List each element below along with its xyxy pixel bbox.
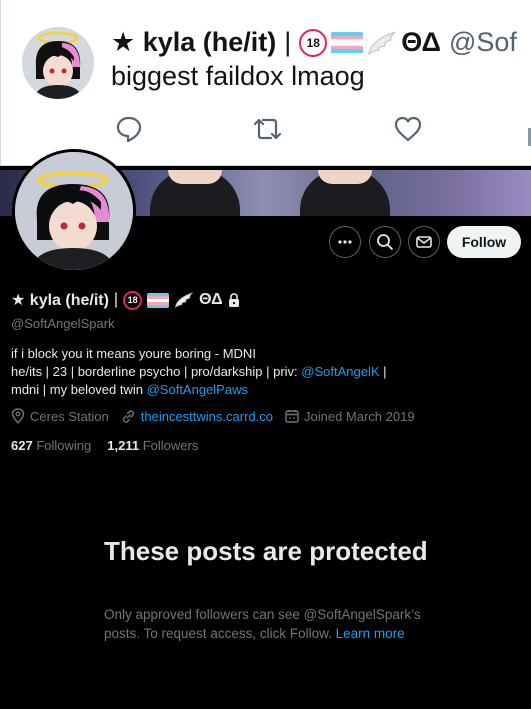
link-icon — [122, 409, 134, 423]
avatar-illustration — [15, 152, 133, 270]
bio-text: | — [379, 364, 387, 379]
tweet-name-emojis: 18 ΘΔ — [299, 27, 441, 58]
profile-handle: @SoftAngelSpark — [11, 316, 115, 331]
profile-name-separator: | — [113, 291, 119, 308]
tweet-actions — [111, 114, 531, 144]
profile-bio: if i block you it means youre boring - M… — [11, 345, 516, 399]
calendar-icon — [285, 410, 299, 423]
tweet-header: ★ kyla (he/it) | 18 ΘΔ @Sof — [111, 27, 517, 58]
search-icon — [377, 234, 393, 250]
twin-account-link[interactable]: @SoftAngelPaws — [147, 382, 248, 397]
tweet-handle[interactable]: @Sof — [449, 27, 517, 58]
following-label: Following — [36, 438, 92, 453]
bio-line-2: he/its | 23 | borderline psycho | pro/da… — [11, 363, 516, 381]
retweet-icon[interactable] — [252, 114, 282, 144]
more-icon — [338, 240, 352, 244]
tweet-name-separator: | — [284, 27, 292, 57]
priv-account-link[interactable]: @SoftAngelK — [301, 364, 379, 379]
profile-name-suffix: ΘΔ — [199, 291, 223, 308]
wing-icon — [174, 292, 193, 309]
followers-label: Followers — [142, 438, 199, 453]
profile-display-name: ★ kyla (he/it) — [11, 292, 109, 309]
trans-flag-icon — [147, 292, 170, 308]
adult-18-icon: 18 — [299, 28, 328, 57]
avatar-illustration — [22, 27, 94, 99]
tweet-avatar[interactable] — [22, 27, 94, 99]
follow-counts: 627 Following 1,211 Followers — [11, 438, 198, 453]
followers-link[interactable]: 1,211 Followers — [107, 438, 198, 453]
protected-body: Only approved followers can see @SoftAng… — [104, 605, 444, 643]
bio-line-3: mdni | my beloved twin @SoftAngelPaws — [11, 381, 516, 399]
adult-18-icon: 18 — [123, 290, 143, 310]
following-count: 627 — [11, 438, 33, 453]
joined-text: Joined March 2019 — [304, 408, 415, 424]
profile-avatar[interactable] — [12, 149, 136, 273]
tweet-card[interactable]: ★ kyla (he/it) | 18 ΘΔ @Sof biggest fail… — [0, 0, 531, 166]
joined-item: Joined March 2019 — [285, 409, 415, 424]
profile-meta: Ceres Station theincesttwins.carrd.co Jo… — [11, 408, 427, 424]
follow-button[interactable]: Follow — [447, 226, 521, 258]
protected-title: These posts are protected — [104, 536, 428, 566]
message-icon — [416, 236, 432, 248]
learn-more-link[interactable]: Learn more — [336, 626, 405, 641]
bio-line-1: if i block you it means youre boring - M… — [11, 346, 256, 361]
tweet-text: biggest faildox lmaog — [111, 61, 365, 91]
location-item: Ceres Station — [11, 408, 109, 424]
banner-face — [168, 170, 222, 184]
profile-name-row: ★ kyla (he/it) | 18 ΘΔ — [11, 290, 240, 310]
lock-icon — [228, 293, 239, 307]
bio-text: mdni | my beloved twin — [11, 382, 147, 397]
followers-count: 1,211 — [107, 438, 140, 453]
like-icon[interactable] — [393, 114, 423, 144]
tweet-display-name[interactable]: ★ kyla (he/it) — [111, 27, 276, 58]
location-icon — [11, 408, 25, 424]
more-button[interactable] — [329, 226, 361, 258]
search-button[interactable] — [369, 226, 401, 258]
bio-text: he/its | 23 | borderline psycho | pro/da… — [11, 364, 302, 379]
banner-face — [318, 170, 372, 184]
website-item: theincesttwins.carrd.co — [121, 409, 273, 424]
location-text: Ceres Station — [30, 408, 109, 424]
message-button[interactable] — [408, 226, 440, 258]
trans-flag-icon — [331, 31, 364, 54]
tweet-name-suffix: ΘΔ — [401, 27, 441, 57]
following-link[interactable]: 627 Following — [11, 438, 91, 453]
reply-icon[interactable] — [114, 114, 144, 144]
website-link[interactable]: theincesttwins.carrd.co — [141, 409, 273, 424]
wing-icon — [368, 31, 396, 55]
